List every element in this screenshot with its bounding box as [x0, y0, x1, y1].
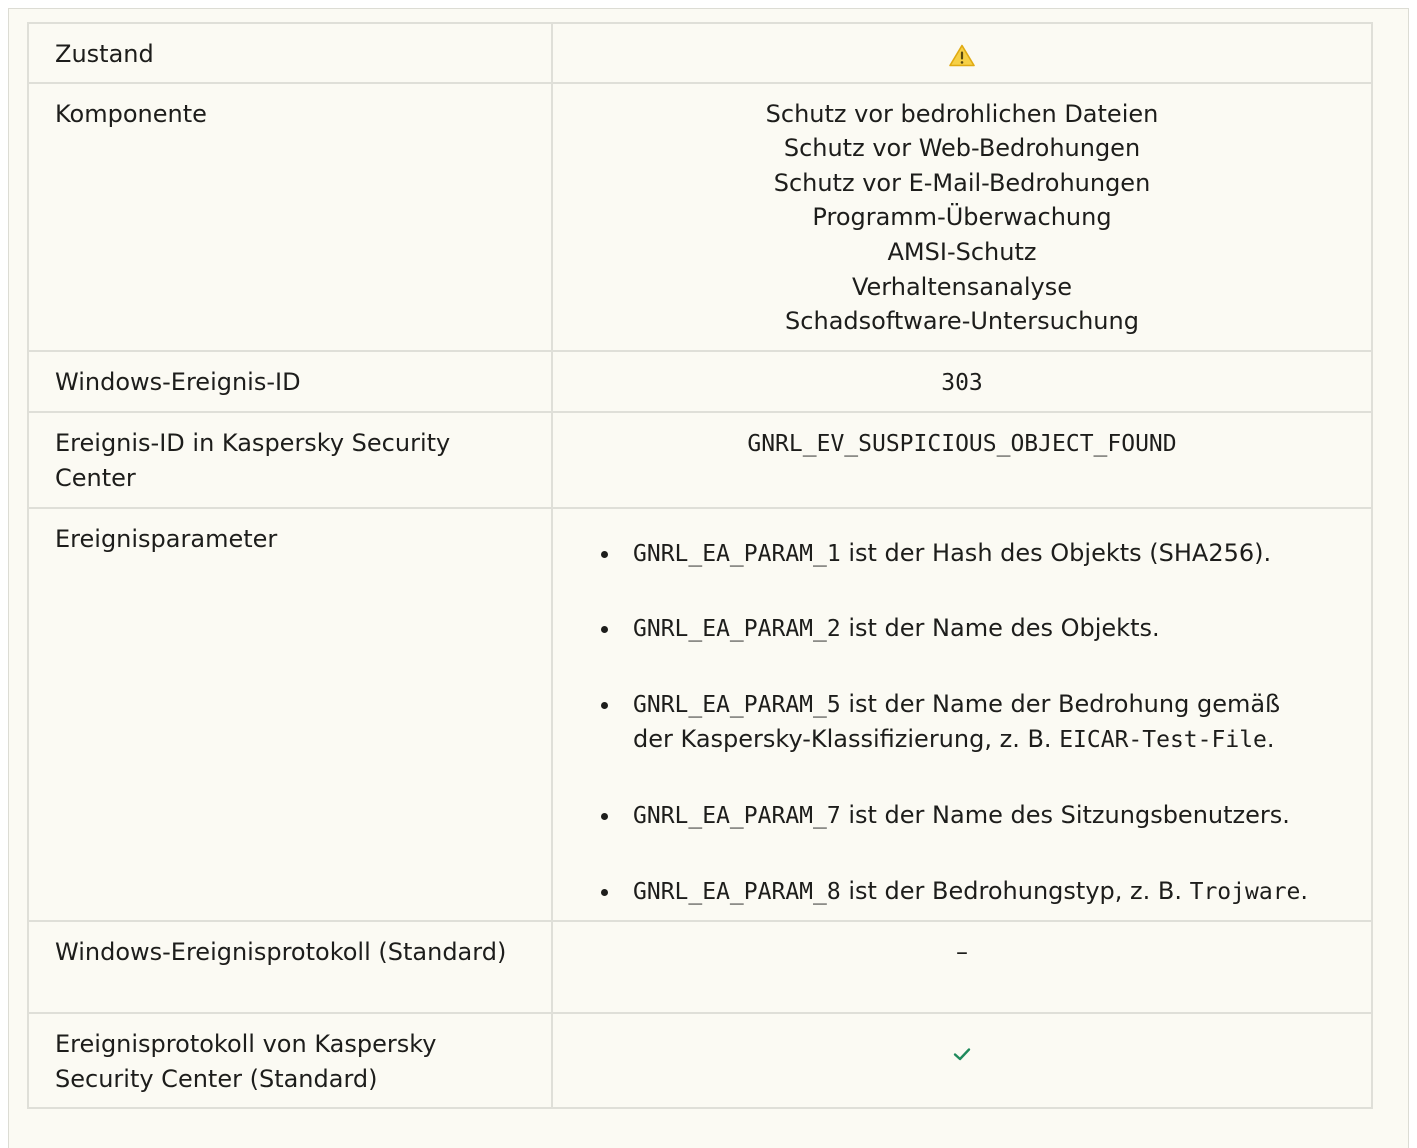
row-label-state: Zustand	[27, 22, 553, 84]
component-item: Schutz vor Web-Bedrohungen	[783, 134, 1141, 163]
table-row-windows-log: Windows-Ereignisprotokoll (Standard) –	[27, 920, 1373, 1015]
row-value-component: Schutz vor bedrohlichen Dateien Schutz v…	[551, 81, 1373, 352]
bullet-icon	[601, 550, 608, 558]
row-label-ksc-event-id: Ereignis-ID in Kaspersky Security Center	[27, 411, 553, 509]
param-description: ist der Name des Sitzungsbenutzers.	[840, 800, 1290, 829]
row-value-windows-log: –	[551, 920, 1373, 1015]
bullet-icon	[601, 888, 608, 896]
list-item: GNRL_EA_PARAM_7 ist der Name des Sitzung…	[601, 798, 1321, 834]
row-value-ksc-log	[551, 1012, 1373, 1110]
list-item: GNRL_EA_PARAM_5 ist der Name der Bedrohu…	[601, 687, 1321, 758]
component-item: Schadsoftware-Untersuchung	[785, 307, 1139, 336]
param-code: GNRL_EA_PARAM_5	[633, 691, 841, 718]
checkmark-icon	[952, 1037, 972, 1072]
param-description: ist der Hash des Objekts (SHA256).	[840, 538, 1272, 567]
row-value-event-params: GNRL_EA_PARAM_1 ist der Hash des Objekts…	[551, 506, 1373, 923]
component-item: Schutz vor E-Mail-Bedrohungen	[773, 168, 1151, 197]
warning-icon	[949, 42, 975, 77]
list-item: GNRL_EA_PARAM_1 ist der Hash des Objekts…	[601, 536, 1321, 572]
row-value-windows-event-id: 303	[551, 349, 1373, 414]
param-tail: .	[1266, 725, 1275, 754]
row-label-windows-log: Windows-Ereignisprotokoll (Standard)	[27, 920, 553, 1015]
row-label-event-params: Ereignisparameter	[27, 506, 553, 923]
param-tail: .	[1300, 876, 1309, 905]
param-example: Trojware	[1189, 878, 1301, 905]
row-value-ksc-event-id: GNRL_EV_SUSPICIOUS_OBJECT_FOUND	[551, 411, 1373, 509]
list-item: GNRL_EA_PARAM_2 ist der Name des Objekts…	[601, 611, 1321, 647]
param-description: ist der Name des Objekts.	[840, 614, 1160, 643]
bullet-icon	[601, 626, 608, 634]
table-row-ksc-log: Ereignisprotokoll von Kaspersky Security…	[27, 1012, 1373, 1110]
list-item: GNRL_EA_PARAM_8 ist der Bedrohungstyp, z…	[601, 874, 1321, 910]
component-item: Schutz vor bedrohlichen Dateien	[765, 99, 1159, 128]
event-params-list: GNRL_EA_PARAM_1 ist der Hash des Objekts…	[563, 536, 1361, 910]
windows-log-value: –	[956, 938, 968, 967]
param-description: ist der Bedrohungstyp, z. B.	[840, 876, 1190, 905]
component-item: Programm-Überwachung	[812, 203, 1112, 232]
ksc-event-id-value: GNRL_EV_SUSPICIOUS_OBJECT_FOUND	[747, 431, 1177, 458]
table-row-windows-event-id: Windows-Ereignis-ID 303	[27, 349, 1373, 414]
windows-event-id-value: 303	[941, 369, 983, 396]
param-example: EICAR-Test-File	[1059, 727, 1267, 754]
bullet-icon	[601, 701, 608, 709]
component-item: Verhaltensanalyse	[851, 272, 1072, 301]
row-label-component: Komponente	[27, 81, 553, 352]
row-label-windows-event-id: Windows-Ereignis-ID	[27, 349, 553, 414]
param-code: GNRL_EA_PARAM_7	[633, 802, 841, 829]
table-row-ksc-event-id: Ereignis-ID in Kaspersky Security Center…	[27, 411, 1373, 509]
row-label-ksc-log: Ereignisprotokoll von Kaspersky Security…	[27, 1012, 553, 1110]
component-item: AMSI-Schutz	[887, 237, 1037, 266]
table-row-component: Komponente Schutz vor bedrohlichen Datei…	[27, 81, 1373, 352]
table-row-state: Zustand	[27, 22, 1373, 84]
bullet-icon	[601, 812, 608, 820]
param-code: GNRL_EA_PARAM_8	[633, 878, 841, 905]
table-row-event-params: Ereignisparameter GNRL_EA_PARAM_1 ist de…	[27, 506, 1373, 923]
event-details-table: Zustand Komponente Schutz vor bedrohlich…	[27, 22, 1373, 1110]
param-code: GNRL_EA_PARAM_1	[633, 540, 841, 567]
row-value-state	[551, 22, 1373, 84]
param-code: GNRL_EA_PARAM_2	[633, 616, 841, 643]
